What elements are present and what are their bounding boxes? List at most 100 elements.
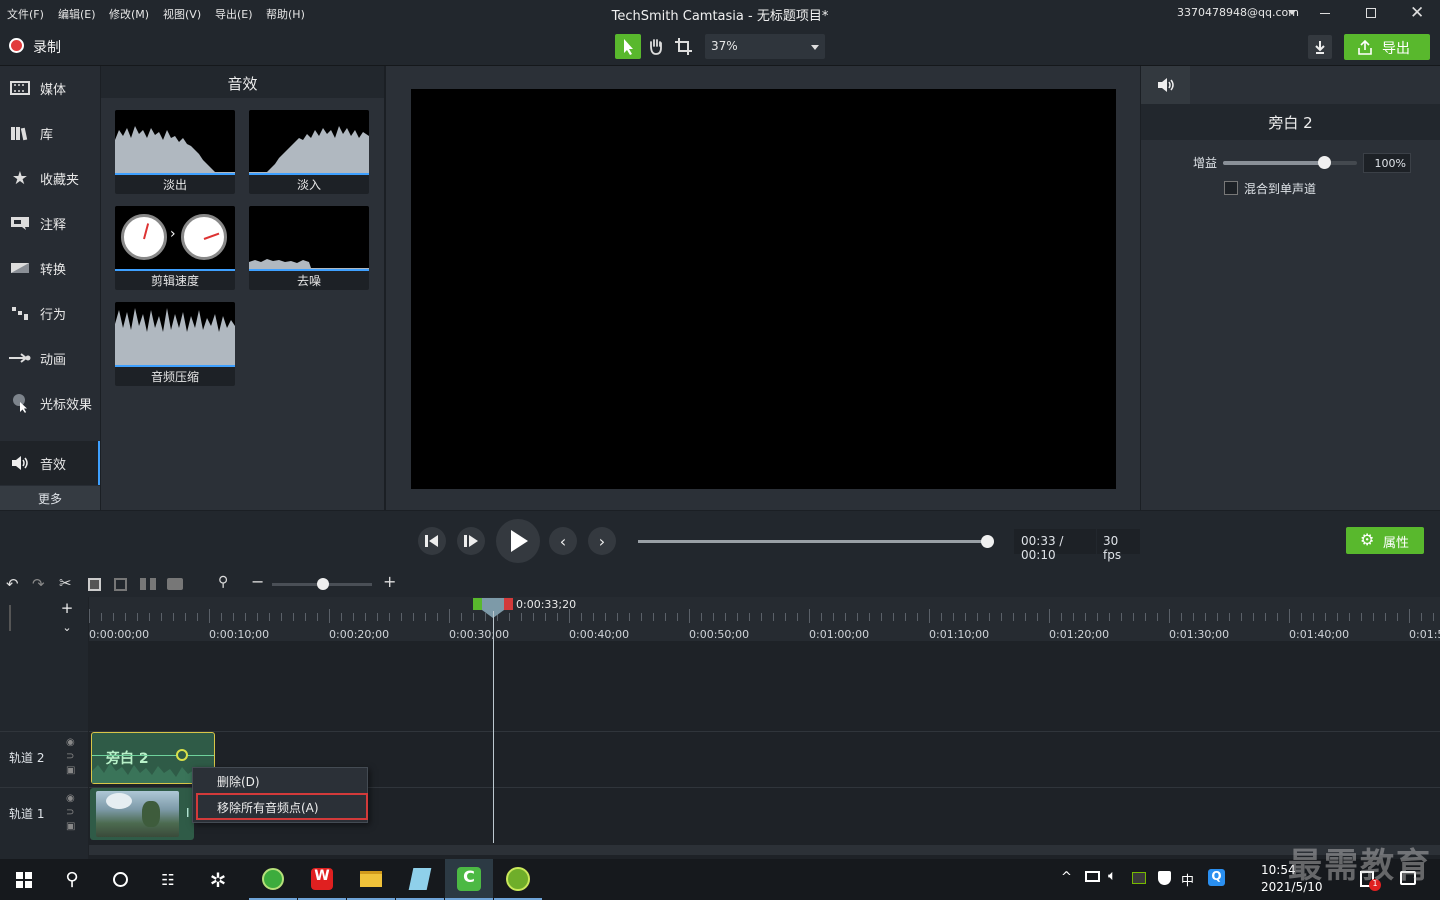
- clock-icon: [181, 214, 227, 260]
- audio-point[interactable]: [176, 749, 188, 761]
- select-tool-button[interactable]: [615, 34, 641, 59]
- gain-input[interactable]: 100%: [1363, 153, 1411, 173]
- menu-view[interactable]: 视图(V): [163, 6, 201, 22]
- sidebar-item-media[interactable]: 媒体: [0, 66, 100, 110]
- close-icon[interactable]: ✕: [1410, 3, 1424, 23]
- app-icon-melon[interactable]: [494, 859, 542, 900]
- audio-properties-tab[interactable]: [1141, 66, 1190, 104]
- crop-tool-button[interactable]: [671, 34, 697, 59]
- add-track-button[interactable]: +: [56, 599, 78, 619]
- sidebar-item-behaviors[interactable]: 行为: [0, 291, 100, 335]
- playhead-handle[interactable]: [473, 598, 513, 618]
- track-header-1: 轨道 1 ◉ ⊃ ▣: [0, 787, 88, 841]
- sidebar-item-transitions[interactable]: 转换: [0, 246, 100, 290]
- ruler-tick: [677, 613, 678, 621]
- app-icon-camtasia[interactable]: C: [445, 859, 493, 900]
- search-icon[interactable]: ⚲: [48, 859, 96, 900]
- network-icon[interactable]: [1085, 871, 1100, 882]
- track-height-slider[interactable]: [9, 605, 11, 631]
- effect-clip-speed[interactable]: › 剪辑速度: [115, 206, 235, 290]
- menu-help[interactable]: 帮助(H): [266, 6, 305, 22]
- effect-fade-out[interactable]: 淡出: [115, 110, 235, 194]
- effect-noise-removal[interactable]: 去噪: [249, 206, 369, 290]
- lock-icon[interactable]: ▣: [66, 821, 75, 832]
- play-button[interactable]: [496, 519, 540, 563]
- sidebar-item-favorites[interactable]: ★ 收藏夹: [0, 156, 100, 200]
- zoom-in-icon[interactable]: +: [383, 572, 396, 591]
- zoom-slider-thumb[interactable]: [317, 578, 329, 590]
- start-button[interactable]: [0, 859, 48, 900]
- account-name[interactable]: 3370478948@qq.com: [1177, 6, 1299, 19]
- app-icon-wps[interactable]: W: [298, 859, 346, 900]
- menu-file[interactable]: 文件(F): [7, 6, 44, 22]
- magnet-icon[interactable]: ⊃: [66, 807, 74, 818]
- properties-button[interactable]: ⚙ 属性: [1346, 527, 1424, 554]
- record-button[interactable]: 录制: [33, 37, 61, 57]
- volume-line[interactable]: [92, 755, 214, 756]
- menu-item-delete[interactable]: 删除(D): [217, 773, 260, 790]
- pan-tool-button[interactable]: [643, 34, 669, 59]
- cortana-icon[interactable]: [96, 859, 144, 900]
- ime-indicator[interactable]: 中: [1181, 870, 1194, 889]
- task-view-icon[interactable]: ☷: [144, 859, 192, 900]
- next-marker-button[interactable]: ›: [588, 527, 616, 555]
- scrub-thumb[interactable]: [980, 535, 994, 548]
- copy-icon[interactable]: [88, 578, 101, 591]
- time-ruler[interactable]: 0:00:00;00 0:00:10;00 0:00:20;00 0:00:30;00…: [89, 597, 1440, 641]
- gain-slider-thumb[interactable]: [1317, 156, 1331, 169]
- tray-chevron-up-icon[interactable]: ^: [1061, 870, 1072, 885]
- effect-fade-in[interactable]: 淡入: [249, 110, 369, 194]
- restore-icon[interactable]: [1366, 8, 1376, 18]
- gain-slider[interactable]: [1223, 156, 1357, 169]
- eye-icon[interactable]: ◉: [66, 793, 75, 804]
- magnet-icon[interactable]: ⊃: [66, 751, 74, 762]
- step-forward-button[interactable]: [457, 527, 485, 555]
- prev-marker-button[interactable]: ‹: [549, 527, 577, 555]
- more-button[interactable]: 更多: [0, 486, 100, 510]
- magnifier-icon[interactable]: ⚲: [218, 574, 228, 590]
- minimize-icon[interactable]: [1320, 13, 1330, 14]
- sidebar-item-library[interactable]: 库: [0, 111, 100, 155]
- undo-icon[interactable]: ↶: [6, 575, 19, 593]
- mono-checkbox[interactable]: [1224, 181, 1238, 195]
- redo-icon[interactable]: ↷: [32, 575, 45, 593]
- cut-icon[interactable]: ✂: [59, 574, 72, 592]
- app-icon-browser[interactable]: [249, 859, 297, 900]
- export-button[interactable]: 导出: [1344, 34, 1430, 60]
- step-back-button[interactable]: [418, 527, 446, 555]
- menu-item-remove-audio-points[interactable]: 移除所有音频点(A): [196, 793, 368, 820]
- menu-modify[interactable]: 修改(M): [109, 6, 149, 22]
- download-button[interactable]: [1308, 35, 1332, 59]
- ruler-tick: [1313, 613, 1314, 621]
- sidebar-item-cursor-effects[interactable]: 光标效果: [0, 381, 100, 425]
- nvidia-icon[interactable]: [1132, 872, 1146, 884]
- video-canvas[interactable]: [411, 89, 1116, 489]
- folder-icon[interactable]: [347, 859, 395, 900]
- volume-icon[interactable]: 🔈︎: [1108, 868, 1116, 884]
- menu-edit[interactable]: 编辑(E): [58, 6, 96, 22]
- video-clip[interactable]: I: [90, 788, 194, 840]
- paste-icon[interactable]: [114, 578, 127, 591]
- sidebar-item-animations[interactable]: 动画: [0, 336, 100, 380]
- chevron-down-icon[interactable]: ⌄: [56, 621, 78, 637]
- app-icon-notes[interactable]: [396, 859, 444, 900]
- snapshot-icon[interactable]: [167, 578, 183, 590]
- split-icon[interactable]: [140, 578, 156, 590]
- zoom-out-icon[interactable]: −: [251, 572, 264, 591]
- record-icon[interactable]: [9, 38, 24, 53]
- app-icon-pinwheel[interactable]: ✲: [194, 859, 242, 900]
- eye-icon[interactable]: ◉: [66, 737, 75, 748]
- timeline-zoom-slider[interactable]: [272, 578, 372, 590]
- lock-icon[interactable]: ▣: [66, 765, 75, 776]
- shield-icon[interactable]: [1158, 871, 1171, 885]
- timeline-scrollbar[interactable]: [89, 845, 1440, 855]
- sidebar-item-audio-effects[interactable]: 音效: [0, 441, 100, 485]
- zoom-select[interactable]: 37%: [705, 34, 825, 59]
- sidebar-item-annotations[interactable]: 注释: [0, 201, 100, 245]
- ruler-tick: [917, 613, 918, 621]
- effect-audio-compression[interactable]: 音频压缩: [115, 302, 235, 386]
- chevron-down-icon[interactable]: [1288, 10, 1296, 15]
- scrub-bar[interactable]: [638, 535, 994, 548]
- qq-icon[interactable]: Q: [1208, 869, 1225, 886]
- menu-export[interactable]: 导出(E): [215, 6, 253, 22]
